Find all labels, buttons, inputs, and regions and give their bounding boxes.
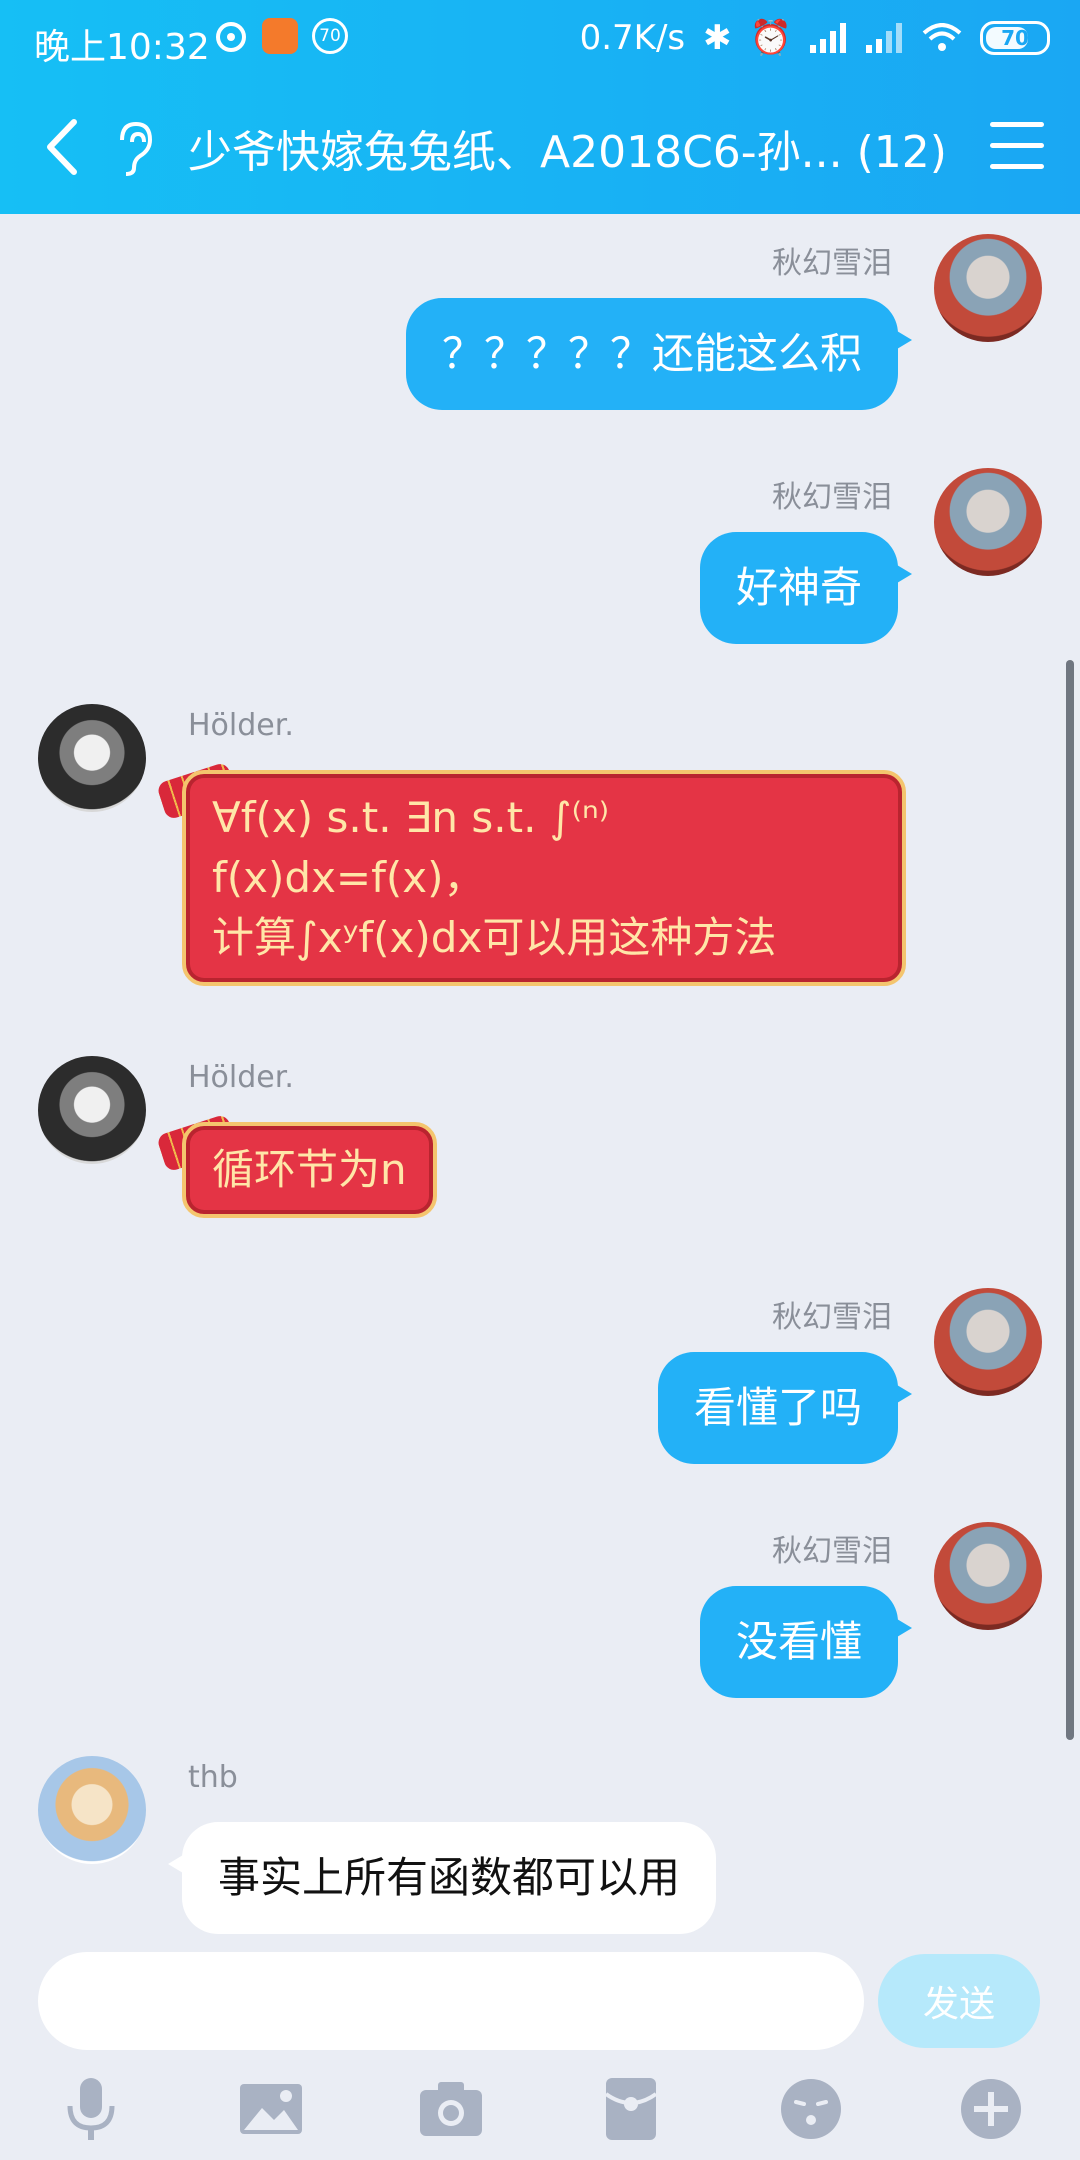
send-button[interactable]: 发送 <box>878 1954 1040 2048</box>
red-packet-icon[interactable] <box>596 2074 666 2144</box>
scrollbar[interactable] <box>1066 660 1074 1740</box>
message-line: f(x)dx=f(x)， <box>212 853 486 902</box>
ear-icon[interactable] <box>108 118 158 178</box>
message-bubble[interactable]: 看懂了吗 <box>657 1352 913 1464</box>
header: 晚上10:32 70 0.7K/s ✱ ⏰ 70 少爷快嫁兔兔纸、A2018C6… <box>0 0 1080 214</box>
input-toolbar <box>0 2060 1080 2160</box>
plus-icon[interactable] <box>956 2074 1026 2144</box>
app-notification-icon <box>262 18 298 54</box>
sender-name: 秋幻雪泪 <box>772 1534 892 1569</box>
sender-name: 秋幻雪泪 <box>772 480 892 515</box>
avatar[interactable] <box>38 1056 146 1164</box>
back-button[interactable] <box>36 114 92 180</box>
message-bubble[interactable]: 循环节为n <box>182 1122 437 1218</box>
nav-bar: 少爷快嫁兔兔纸、A2018C6-孙... (12) <box>0 78 1080 214</box>
sender-name: Hölder. <box>188 1060 294 1095</box>
camera-icon[interactable] <box>416 2074 486 2144</box>
status-right: 0.7K/s ✱ ⏰ 70 <box>580 18 1050 58</box>
alarm-icon: ⏰ <box>749 18 792 58</box>
message-bubble[interactable]: 没看懂 <box>699 1586 913 1698</box>
microphone-icon[interactable] <box>56 2074 126 2144</box>
sender-name: thb <box>188 1760 238 1795</box>
message-list[interactable]: 秋幻雪泪 ？？？？？还能这么积 秋幻雪泪 好神奇 Hölder. ∀f(x) s… <box>0 214 1080 1934</box>
wifi-icon <box>922 23 962 51</box>
menu-button[interactable] <box>990 122 1044 170</box>
avatar[interactable] <box>934 1288 1042 1396</box>
avatar[interactable] <box>934 468 1042 576</box>
sender-name: Hölder. <box>188 708 294 743</box>
message-line: 循环节为n <box>212 1145 407 1194</box>
image-icon[interactable] <box>236 2074 306 2144</box>
sender-name: 秋幻雪泪 <box>772 246 892 281</box>
message-line: ∀f(x) s.t. ∃n s.t. ∫⁽ⁿ⁾ <box>212 793 610 842</box>
avatar[interactable] <box>38 704 146 812</box>
avatar[interactable] <box>934 1522 1042 1630</box>
message-bubble[interactable]: ？？？？？还能这么积 <box>405 298 913 410</box>
message-input[interactable] <box>38 1952 864 2050</box>
message-bubble[interactable]: 好神奇 <box>699 532 913 644</box>
status-time: 晚上10:32 <box>34 27 210 68</box>
avatar[interactable] <box>38 1756 146 1864</box>
signal-icon <box>866 23 902 53</box>
emoji-icon[interactable] <box>776 2074 846 2144</box>
net-speed: 0.7K/s <box>579 18 686 58</box>
message-bubble[interactable]: ∀f(x) s.t. ∃n s.t. ∫⁽ⁿ⁾ f(x)dx=f(x)， 计算∫… <box>182 770 906 986</box>
chat-title: 少爷快嫁兔兔纸、A2018C6-孙... (12) <box>188 127 947 178</box>
battery-indicator: 70 <box>980 21 1050 55</box>
battery-level: 70 <box>1001 26 1029 50</box>
message-line: 计算∫xʸf(x)dx可以用这种方法 <box>212 913 777 962</box>
status-bar: 晚上10:32 70 0.7K/s ✱ ⏰ 70 <box>0 0 1080 78</box>
signal-icon <box>810 23 846 53</box>
bluetooth-icon: ✱ <box>703 18 732 58</box>
notification-badge: 70 <box>312 18 348 54</box>
avatar[interactable] <box>934 234 1042 342</box>
sender-name: 秋幻雪泪 <box>772 1300 892 1335</box>
message-bubble[interactable]: 事实上所有函数都可以用 <box>167 1822 717 1934</box>
app-notification-icon <box>216 22 246 52</box>
